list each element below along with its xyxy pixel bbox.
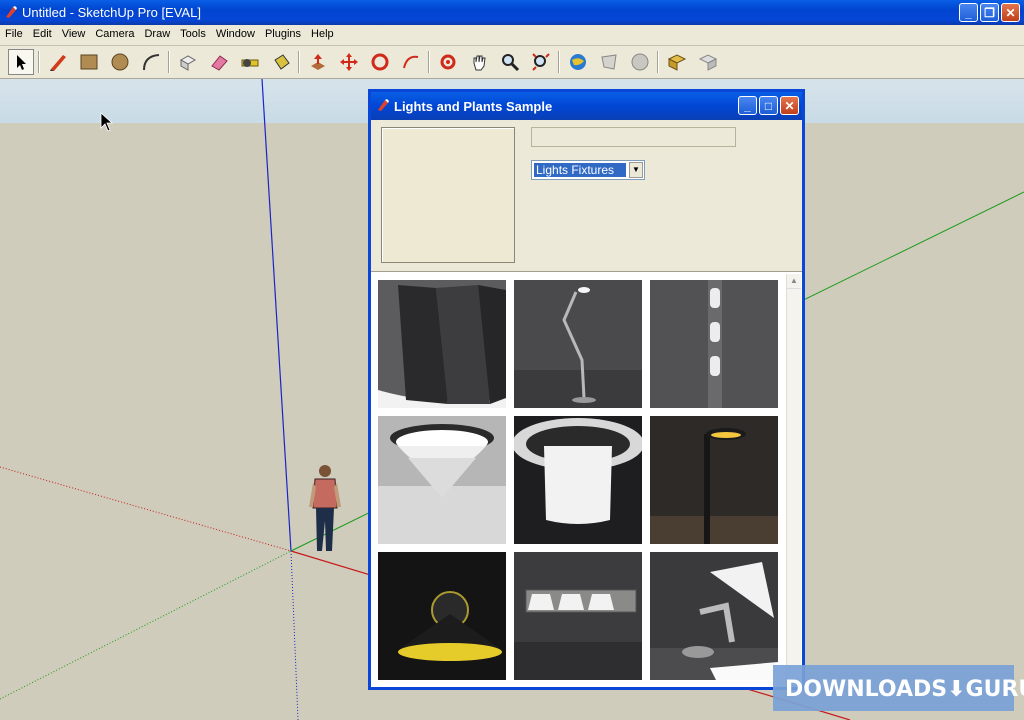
dialog-maximize-button[interactable]: □ [759, 96, 778, 115]
components-icon[interactable] [664, 49, 690, 75]
scroll-up-arrow-icon[interactable]: ▲ [787, 274, 801, 289]
thumbnail-spotlight-fixture[interactable] [378, 280, 506, 408]
thumbnail-ceiling-light-round[interactable] [378, 416, 506, 544]
tape-measure-icon[interactable] [237, 49, 263, 75]
share-model-icon[interactable] [627, 49, 653, 75]
collection-selected-value: Lights Fixtures [534, 163, 626, 177]
arc-icon[interactable] [138, 49, 164, 75]
thumbnail-wall-sconce-lights[interactable] [650, 280, 778, 408]
red-axis-dotted [0, 466, 292, 552]
watermark-logo: DOWNLOADS⬇GURU [773, 665, 1024, 711]
menu-view[interactable]: View [57, 25, 91, 40]
menu-edit[interactable]: Edit [28, 25, 57, 40]
sketchup-logo-icon [6, 6, 17, 18]
rectangle-icon[interactable] [76, 49, 102, 75]
app-titlebar: Untitled - SketchUp Pro [EVAL] _ ❐ ✕ [0, 0, 1024, 25]
dialog-close-button[interactable]: ✕ [780, 96, 799, 115]
3d-warehouse-icon[interactable] [695, 49, 721, 75]
dialog-title: Lights and Plants Sample [394, 99, 553, 114]
person-figure-icon [309, 465, 341, 551]
circle-icon[interactable] [107, 49, 133, 75]
dialog-app-icon [378, 99, 389, 111]
thumbnail-pendant-light-drum[interactable] [514, 416, 642, 544]
blue-axis-line [261, 79, 292, 552]
orbit-icon[interactable] [435, 49, 461, 75]
select-icon[interactable] [8, 49, 34, 75]
zoom-icon[interactable] [497, 49, 523, 75]
minimize-button[interactable]: _ [959, 3, 978, 22]
rotate-icon[interactable] [367, 49, 393, 75]
eraser-icon[interactable] [206, 49, 232, 75]
thumbnail-street-lamp[interactable] [650, 416, 778, 544]
menu-file[interactable]: File [0, 25, 28, 40]
blue-axis-dotted [290, 550, 299, 720]
mouse-pointer-icon [100, 112, 114, 132]
window-title: Untitled - SketchUp Pro [EVAL] [22, 5, 201, 20]
component-preview [381, 127, 515, 263]
menu-draw[interactable]: Draw [139, 25, 175, 40]
google-earth-icon[interactable] [565, 49, 591, 75]
collection-dropdown[interactable]: Lights Fixtures ▼ [531, 160, 645, 180]
get-models-icon[interactable] [596, 49, 622, 75]
thumbnail-hanging-lamp-shade[interactable] [378, 552, 506, 680]
main-toolbar [0, 46, 1024, 79]
push-pull-icon[interactable] [305, 49, 331, 75]
menu-window[interactable]: Window [211, 25, 260, 40]
thumbnail-floor-lamp[interactable] [514, 280, 642, 408]
pencil-icon[interactable] [45, 49, 71, 75]
pan-icon[interactable] [466, 49, 492, 75]
restore-button[interactable]: ❐ [980, 3, 999, 22]
paint-bucket-icon[interactable] [268, 49, 294, 75]
menu-tools[interactable]: Tools [175, 25, 211, 40]
move-icon[interactable] [336, 49, 362, 75]
zoom-extents-icon[interactable] [528, 49, 554, 75]
components-dialog: Lights and Plants Sample _ □ ✕ Lights Fi… [368, 89, 805, 690]
dialog-minimize-button[interactable]: _ [738, 96, 757, 115]
thumbnail-desk-lamp[interactable] [650, 552, 778, 680]
follow-me-icon[interactable] [398, 49, 424, 75]
menu-camera[interactable]: Camera [90, 25, 139, 40]
menu-bar: File Edit View Camera Draw Tools Window Plugins… [0, 25, 1024, 46]
thumbnail-vanity-light-bar[interactable] [514, 552, 642, 680]
green-axis-dotted [0, 550, 292, 700]
menu-help[interactable]: Help [306, 25, 339, 40]
components-scrollbar[interactable]: ▲ [786, 274, 801, 687]
chevron-down-icon[interactable]: ▼ [629, 162, 643, 178]
menu-plugins[interactable]: Plugins [260, 25, 306, 40]
dialog-titlebar[interactable]: Lights and Plants Sample _ □ ✕ [371, 92, 802, 120]
component-name-field[interactable] [531, 127, 736, 147]
make-component-icon[interactable] [175, 49, 201, 75]
watermark-text: DOWNLOADS⬇GURU [785, 677, 1024, 702]
close-button[interactable]: ✕ [1001, 3, 1020, 22]
components-grid: ▲ [371, 274, 802, 687]
